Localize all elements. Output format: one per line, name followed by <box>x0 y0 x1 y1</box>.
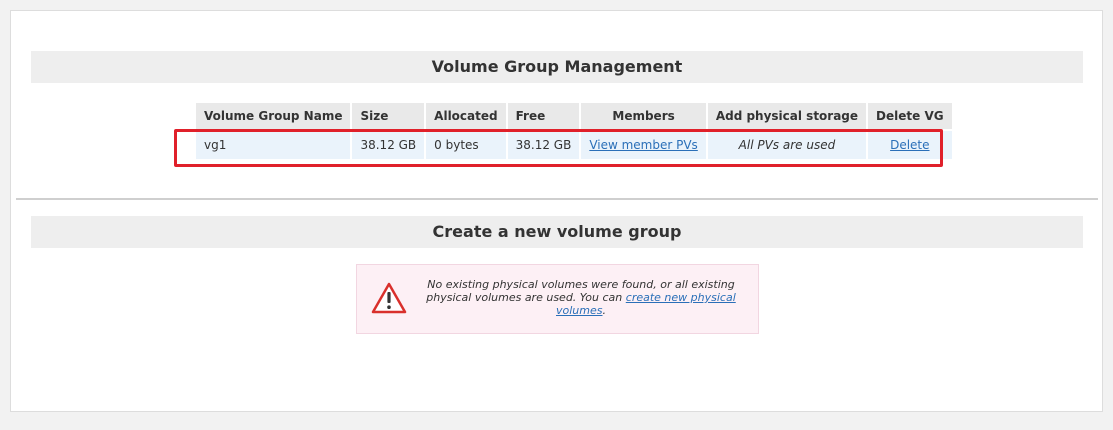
warning-text-after: . <box>602 304 606 317</box>
col-header-delete-vg: Delete VG <box>868 103 952 129</box>
table-header-row: Volume Group Name Size Allocated Free Me… <box>196 103 952 129</box>
col-header-volume-group-name: Volume Group Name <box>196 103 351 129</box>
volume-group-table: Volume Group Name Size Allocated Free Me… <box>194 101 954 161</box>
main-panel: Volume Group Management Volume Group Nam… <box>10 10 1103 412</box>
section-title-volume-group-management: Volume Group Management <box>31 51 1083 83</box>
cell-vg-name: vg1 <box>196 131 351 159</box>
table-row: vg1 38.12 GB 0 bytes 38.12 GB View membe… <box>196 131 952 159</box>
view-member-pvs-link[interactable]: View member PVs <box>589 138 698 152</box>
no-physical-volumes-warning: No existing physical volumes were found,… <box>356 264 759 334</box>
col-header-add-physical-storage: Add physical storage <box>707 103 867 129</box>
warning-message: No existing physical volumes were found,… <box>415 278 747 317</box>
col-header-members: Members <box>581 103 706 129</box>
section-title-create-volume-group: Create a new volume group <box>31 216 1083 248</box>
cell-delete-vg: Delete <box>868 131 952 159</box>
col-header-size: Size <box>352 103 425 129</box>
warning-triangle-icon <box>371 282 407 314</box>
col-header-allocated: Allocated <box>426 103 506 129</box>
section-divider <box>16 198 1098 200</box>
col-header-free: Free <box>507 103 580 129</box>
delete-vg-link[interactable]: Delete <box>890 138 929 152</box>
cell-add-physical-storage: All PVs are used <box>707 131 867 159</box>
cell-size: 38.12 GB <box>352 131 425 159</box>
cell-allocated: 0 bytes <box>426 131 506 159</box>
cell-free: 38.12 GB <box>507 131 580 159</box>
cell-members: View member PVs <box>581 131 706 159</box>
